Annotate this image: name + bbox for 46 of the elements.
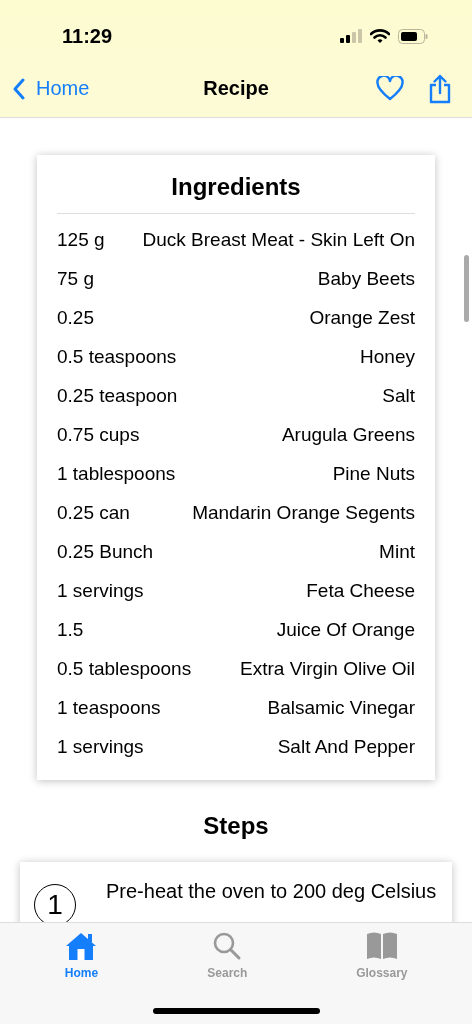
ingredient-amount: 1 tablespoons: [57, 462, 176, 485]
section-heading: Steps: [203, 812, 269, 840]
ingredient-name: Baby Beets: [317, 267, 415, 290]
ingredient-name: Arugula Greens: [281, 423, 415, 446]
chevron-icon: [12, 77, 26, 100]
battery-icon: [398, 28, 428, 44]
section-heading: Ingredients: [57, 173, 415, 214]
ingredient-name: Mint: [379, 540, 415, 563]
tab-item[interactable]: Glossary: [342, 931, 422, 987]
ingredient-amount: 0.25 Bunch: [57, 540, 154, 563]
ingredient-amount: 125 g: [57, 228, 105, 251]
ingredient-amount: 0.25 teaspoon: [57, 384, 178, 407]
ingredient-name: Feta Cheese: [306, 579, 415, 602]
ingredient-name: Mandarin Orange Segents: [192, 501, 415, 524]
ingredient-name: Balsamic Vinegar: [267, 696, 415, 719]
scroll-indicator: [464, 255, 469, 322]
search-icon: [212, 931, 243, 961]
ingredient-amount: 0.5 teaspoons: [57, 345, 177, 368]
ingredient-amount: 0.25: [57, 306, 94, 329]
ingredient-amount: 1.5: [57, 618, 84, 641]
tab-item[interactable]: Search: [193, 931, 262, 987]
back-button[interactable]: Home: [12, 77, 90, 100]
signal-icon: [340, 29, 362, 43]
heart-icon[interactable]: [376, 76, 404, 101]
ingredient-name: Extra Virgin Olive Oil: [240, 657, 415, 680]
ingredient-name: Duck Breast Meat - Skin Left On: [142, 228, 415, 251]
share-icon[interactable]: [428, 73, 452, 104]
step-text: Pre-heat the oven to 200 deg Celsius: [106, 880, 437, 904]
ingredient-name: Salt: [382, 384, 415, 407]
ingredient-amount: 1 teaspoons: [57, 696, 161, 719]
tab-item[interactable]: Home: [50, 931, 113, 987]
wifi-icon: [370, 28, 390, 44]
status-time: 11:29: [62, 23, 113, 48]
nav-title: Recipe: [203, 77, 269, 100]
ingredient-name: Salt And Pepper: [277, 735, 415, 758]
ingredient-amount: 0.25 can: [57, 501, 130, 524]
ingredient-name: Pine Nuts: [332, 462, 415, 485]
ingredient-amount: 1 servings: [57, 579, 144, 602]
ingredient-name: Juice Of Orange: [276, 618, 415, 641]
ingredient-amount: 0.5 tablespoons: [57, 657, 192, 680]
ingredient-amount: 75 g: [57, 267, 94, 290]
book-icon: [364, 931, 399, 961]
ingredient-name: Honey: [360, 345, 415, 368]
ingredient-amount: 1 servings: [57, 735, 144, 758]
ingredient-amount: 0.75 cups: [57, 423, 140, 446]
ingredient-name: Orange Zest: [309, 306, 415, 329]
